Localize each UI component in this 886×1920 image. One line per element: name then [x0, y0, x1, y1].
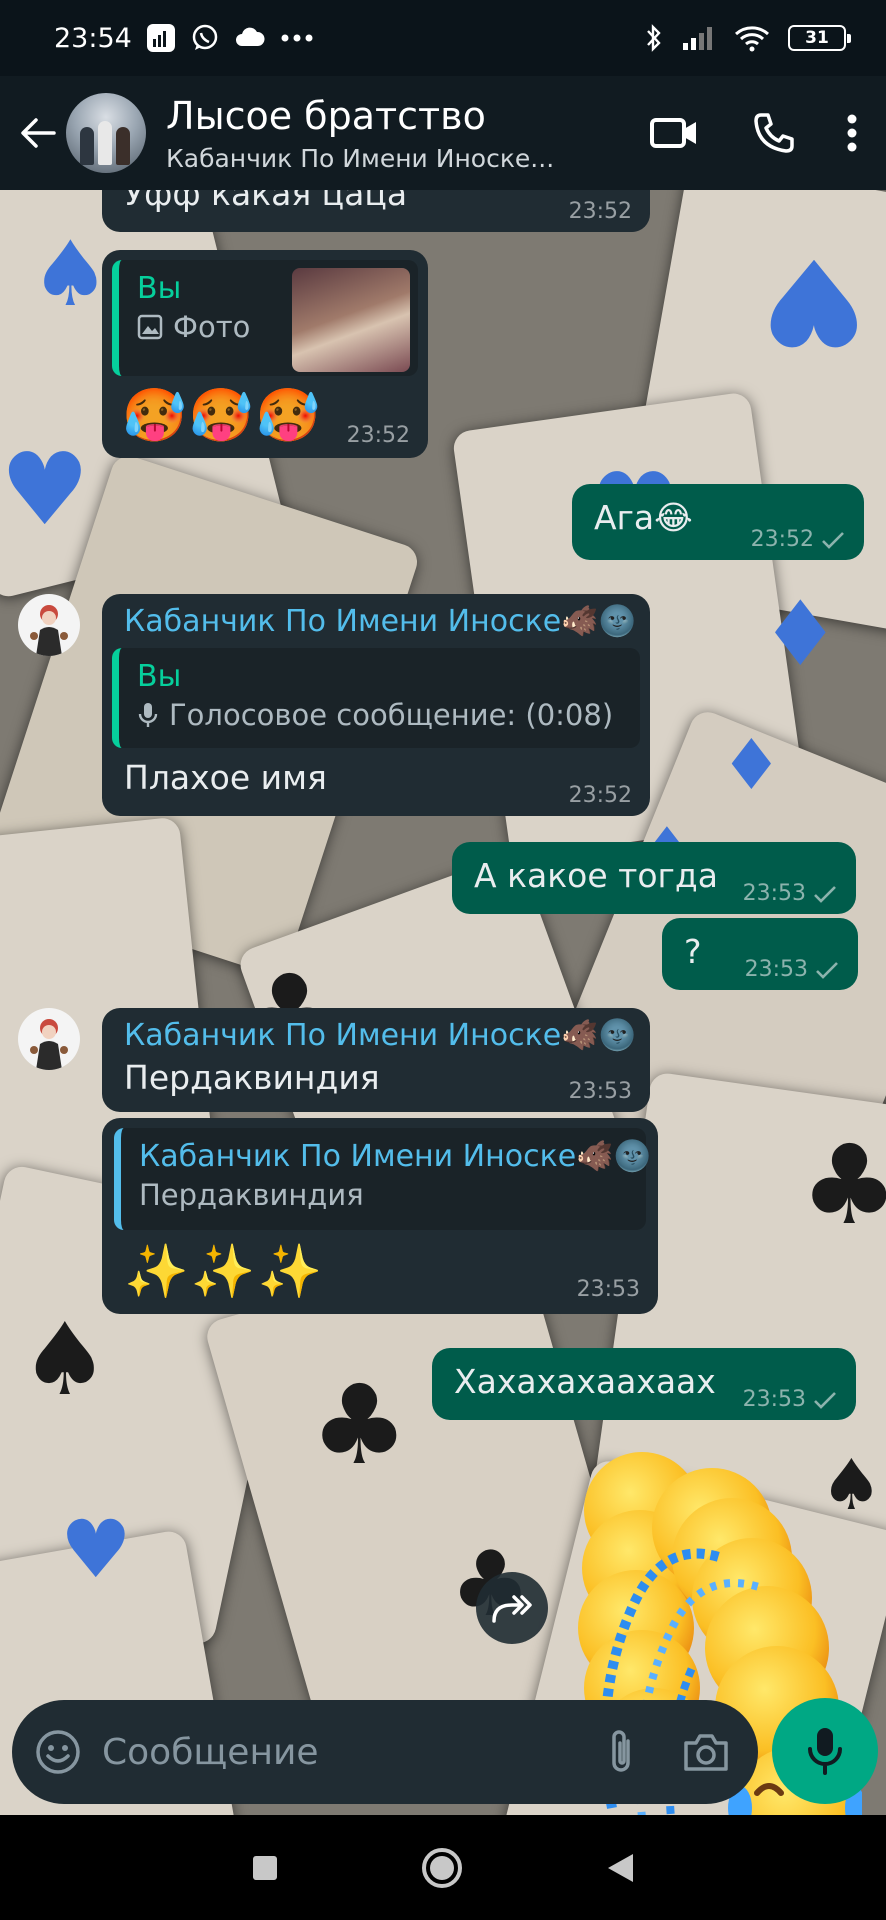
- status-bar: 23:54 31: [0, 0, 886, 76]
- message-bubble[interactable]: Ага😂 23:52: [572, 484, 864, 560]
- quoted-message[interactable]: Кабанчик По Имени Иноске🐗🌚 Пердаквиндия: [114, 1128, 651, 1230]
- message-text: Уфф какая цаца: [124, 190, 408, 213]
- chat-area[interactable]: ♠ ♥ ♥ ♥ ♦ ♦ ♦ ♣ ♣ ♠ ♣ ♣ ♥ ♠ Уфф какая ца…: [0, 190, 886, 1815]
- message-time: 23:52: [568, 199, 632, 224]
- message-bubble[interactable]: Уфф какая цаца 23:52: [102, 190, 650, 232]
- attach-button[interactable]: [604, 1727, 638, 1777]
- circle-home-icon: [421, 1847, 462, 1888]
- quote-text: Пердаквиндия: [139, 1178, 364, 1212]
- emoji-message: ✨✨✨: [124, 1242, 325, 1302]
- spade-suit-icon: ♠: [20, 1301, 110, 1418]
- quoted-message[interactable]: Вы Фото: [112, 260, 418, 376]
- message-composer: [12, 1700, 758, 1804]
- camera-button[interactable]: [682, 1731, 730, 1773]
- battery-indicator: 31: [788, 25, 851, 51]
- spade-suit-icon: ♠: [30, 222, 111, 327]
- sent-check-icon: [814, 1391, 836, 1409]
- message-bubble[interactable]: Кабанчик По Имени Иноске🐗🌚 Вы Голосовое …: [102, 594, 650, 816]
- quoted-message[interactable]: Вы Голосовое сообщение: (0:08): [112, 648, 640, 748]
- triangle-back-icon: [608, 1853, 634, 1882]
- video-camera-icon: [650, 118, 696, 148]
- microphone-icon: [808, 1728, 842, 1775]
- camera-icon: [684, 1734, 728, 1771]
- chat-info[interactable]: Лысое братство Кабанчик По Имени Иноске.…: [166, 94, 604, 173]
- quote-author: Кабанчик По Имени Иноске🐗🌚: [139, 1139, 651, 1174]
- chat-title: Лысое братство: [166, 93, 486, 138]
- back-button[interactable]: [14, 109, 62, 157]
- message-sender[interactable]: Кабанчик По Имени Иноске🐗🌚: [112, 602, 640, 642]
- message-bubble[interactable]: Кабанчик По Имени Иноске🐗🌚 Пердаквиндия …: [102, 1118, 658, 1314]
- sender-avatar-image: [30, 1019, 68, 1070]
- back-nav-button[interactable]: [605, 1852, 635, 1884]
- more-notifications-icon: [280, 33, 314, 43]
- heart-suit-icon: ♥: [0, 431, 90, 548]
- emoji-smile-icon: [36, 1730, 80, 1774]
- quote-author: Вы: [137, 659, 182, 694]
- message-time: 23:53: [742, 1387, 806, 1412]
- quote-text: Голосовое сообщение: (0:08): [169, 698, 614, 732]
- wifi-icon: [734, 24, 770, 52]
- message-text: Пердаквиндия: [124, 1058, 380, 1097]
- club-suit-icon: ♣: [800, 1121, 886, 1249]
- system-navigation-bar: [0, 1815, 886, 1920]
- message-text: Плахое имя: [124, 758, 327, 797]
- voice-record-button[interactable]: [772, 1698, 878, 1804]
- paperclip-icon: [612, 1730, 630, 1772]
- sender-avatar[interactable]: [18, 594, 80, 656]
- chat-header: Лысое братство Кабанчик По Имени Иноске.…: [0, 76, 886, 190]
- message-time: 23:52: [346, 423, 410, 448]
- message-time: 23:53: [744, 957, 808, 982]
- sender-avatar-image: [30, 605, 68, 656]
- square-icon: [252, 1855, 277, 1880]
- arrow-left-icon: [21, 118, 56, 148]
- diamond-suit-icon: ♦: [720, 724, 783, 806]
- group-avatar[interactable]: [66, 93, 146, 173]
- menu-button[interactable]: [832, 103, 872, 163]
- bluetooth-icon: [644, 23, 664, 53]
- message-time: 23:52: [750, 527, 814, 552]
- status-time: 23:54: [54, 22, 132, 54]
- message-bubble[interactable]: А какое тогда 23:53: [452, 842, 856, 914]
- heart-suit-icon: ♥: [60, 1503, 132, 1596]
- recent-apps-button[interactable]: [251, 1854, 279, 1882]
- message-time: 23:53: [568, 1079, 632, 1104]
- message-time: 23:53: [576, 1277, 640, 1302]
- message-time: 23:52: [568, 783, 632, 808]
- video-call-button[interactable]: [644, 103, 704, 163]
- emoji-button[interactable]: [34, 1728, 82, 1776]
- forward-button[interactable]: [476, 1572, 548, 1644]
- message-input[interactable]: [102, 1731, 604, 1773]
- message-sender[interactable]: Кабанчик По Имени Иноске🐗🌚: [124, 1016, 636, 1056]
- message-bubble[interactable]: ? 23:53: [662, 918, 858, 990]
- sent-check-icon: [814, 885, 836, 903]
- cell-signal-icon: [682, 25, 716, 51]
- sent-check-icon: [816, 961, 838, 979]
- message-time: 23:53: [742, 881, 806, 906]
- forward-arrows-icon: [492, 1595, 532, 1623]
- whatsapp-icon: [190, 23, 220, 53]
- signal-app-icon: [146, 23, 176, 53]
- voice-call-button[interactable]: [744, 103, 804, 163]
- home-button[interactable]: [420, 1846, 464, 1890]
- club-suit-icon: ♣: [310, 1361, 409, 1489]
- microphone-icon: [138, 703, 158, 727]
- chat-members: Кабанчик По Имени Иноске...: [166, 143, 555, 173]
- cloud-icon: [234, 26, 266, 50]
- photo-icon: [137, 314, 163, 340]
- phone-icon: [754, 113, 794, 153]
- quote-author: Вы: [137, 271, 182, 306]
- sent-check-icon: [822, 531, 844, 549]
- photo-thumbnail: [292, 268, 410, 372]
- more-vertical-icon: [847, 114, 857, 152]
- diamond-suit-icon: ♦: [760, 582, 841, 687]
- message-bubble[interactable]: Вы Фото 🥵🥵🥵 23:52: [102, 250, 428, 458]
- quote-text: Фото: [173, 310, 251, 344]
- message-bubble[interactable]: Хахахахаахаах 23:53: [432, 1348, 856, 1420]
- heart-suit-icon: ♥: [760, 231, 868, 370]
- sender-avatar[interactable]: [18, 1008, 80, 1070]
- message-bubble[interactable]: Кабанчик По Имени Иноске🐗🌚 Пердаквиндия …: [102, 1008, 650, 1112]
